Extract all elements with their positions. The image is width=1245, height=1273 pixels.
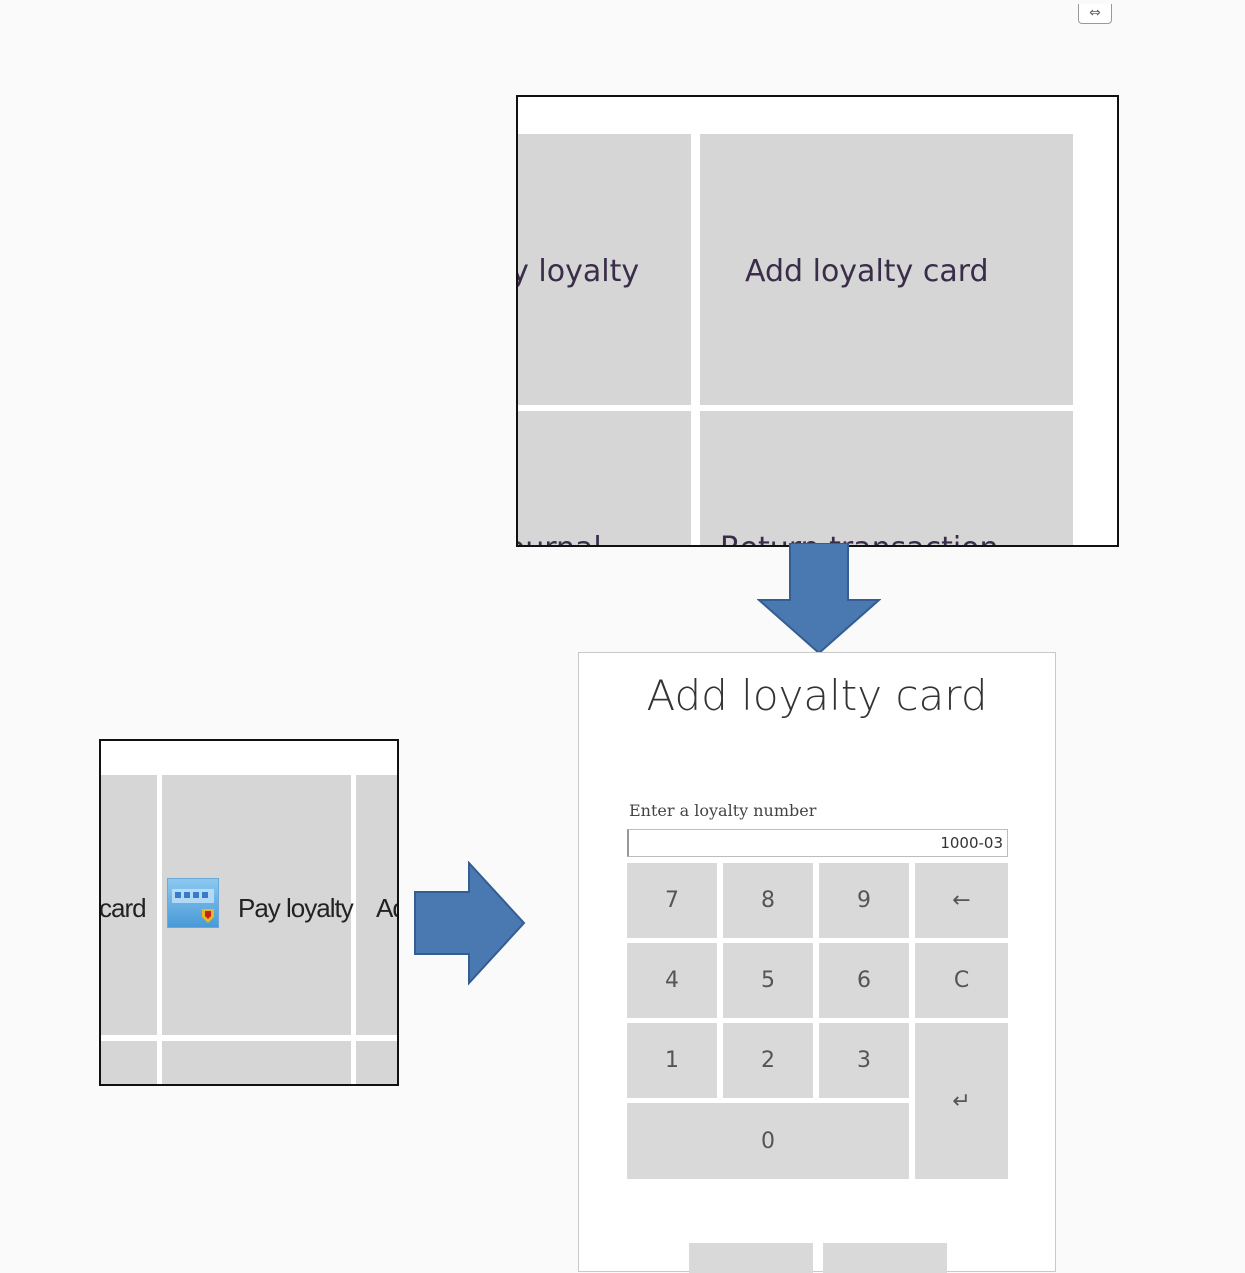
down-arrow-icon	[757, 543, 881, 655]
tile-pay-loyalty[interactable]: Pay loyalty	[518, 134, 691, 405]
tile-card[interactable]: card	[101, 775, 157, 1035]
clear-key[interactable]: C	[915, 943, 1008, 1018]
key-0[interactable]: 0	[627, 1103, 909, 1179]
tile-add-loyalty-card[interactable]: Add loyalty card	[700, 134, 1073, 405]
loyalty-card-icon	[167, 878, 219, 928]
key-8[interactable]: 8	[723, 863, 813, 938]
key-4[interactable]: 4	[627, 943, 717, 1018]
right-arrow-icon	[414, 861, 526, 986]
tile-row2-c[interactable]	[356, 1041, 397, 1084]
enter-key[interactable]: ↵	[915, 1023, 1008, 1179]
key-7[interactable]: 7	[627, 863, 717, 938]
tile-label: Ad	[376, 893, 397, 923]
tile-row2-b[interactable]	[162, 1041, 351, 1084]
tile-label: card	[99, 893, 147, 923]
add-loyalty-card-dialog: Add loyalty card Enter a loyalty number …	[578, 652, 1056, 1273]
zoom-panel-left: card Pay loyalty Ad	[99, 739, 399, 1086]
ok-button[interactable]	[689, 1243, 813, 1273]
key-9[interactable]: 9	[819, 863, 909, 938]
numeric-keypad: 7 8 9 ← 4 5 6 C 1 2 3 ↵ 0	[627, 863, 1008, 1179]
dialog-title: Add loyalty card	[646, 671, 988, 720]
tile-journal[interactable]: Journal	[518, 411, 691, 545]
resize-icon[interactable]: ⇔	[1078, 4, 1112, 24]
key-3[interactable]: 3	[819, 1023, 909, 1098]
tile-return-transaction[interactable]: Return transaction	[700, 411, 1073, 545]
key-2[interactable]: 2	[723, 1023, 813, 1098]
tile-label: Pay loyalty	[238, 893, 354, 923]
zoom-panel-top: Pay loyalty Add loyalty card Journal Ret…	[516, 95, 1119, 547]
tile-label: Journal	[518, 531, 602, 545]
tile-label: Pay loyalty	[518, 254, 640, 289]
tile-pay-loyalty[interactable]: Pay loyalty	[162, 775, 354, 1035]
cancel-button[interactable]	[823, 1243, 947, 1273]
backspace-key[interactable]: ←	[915, 863, 1008, 938]
tile-add[interactable]: Ad	[356, 775, 397, 1035]
key-5[interactable]: 5	[723, 943, 813, 1018]
tile-row2-a[interactable]	[101, 1041, 157, 1084]
key-1[interactable]: 1	[627, 1023, 717, 1098]
loyalty-number-label: Enter a loyalty number	[629, 801, 817, 820]
key-6[interactable]: 6	[819, 943, 909, 1018]
loyalty-number-input[interactable]	[627, 829, 1008, 857]
tile-label: Add loyalty card	[745, 254, 989, 289]
